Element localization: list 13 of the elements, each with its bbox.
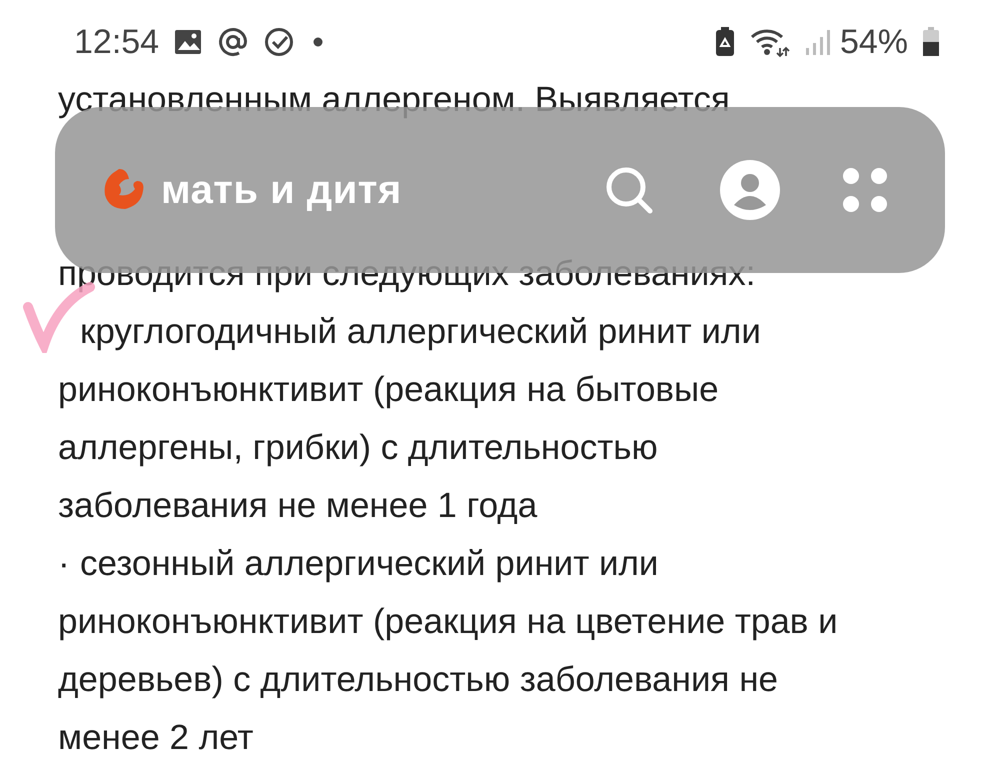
list-item-text: · сезонный аллергический ринит или риноконъюнктивит (реакция на цветение трав и деревьев) с длительностью заболевания не менее 2 лет (58, 543, 838, 759)
clock-time: 12:54 (74, 22, 160, 62)
battery-saver-icon (714, 26, 736, 58)
user-account-icon[interactable] (719, 159, 781, 221)
battery-icon (922, 26, 940, 58)
at-sign-icon (217, 26, 250, 58)
battery-percentage: 54% (840, 22, 908, 62)
dot-icon (313, 37, 324, 47)
article-paragraph: установленным аллергеном. Выявляется (58, 79, 731, 121)
logo-text[interactable]: мать и дитя (161, 168, 402, 212)
check-circle-icon (263, 26, 296, 58)
apps-menu-icon[interactable] (841, 166, 889, 214)
article-paragraph: проводится при следующих заболеваниях: (58, 253, 756, 295)
